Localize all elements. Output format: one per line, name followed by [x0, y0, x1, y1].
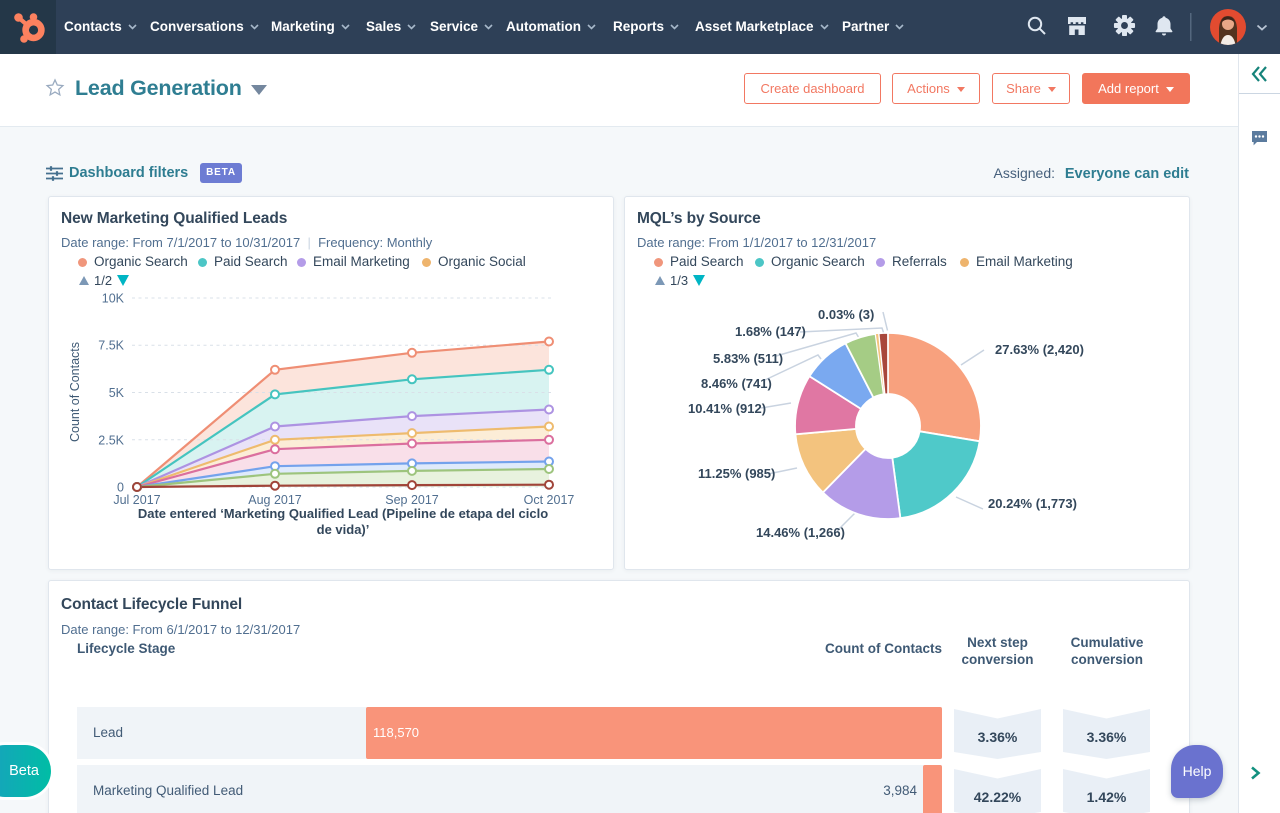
svg-text:Oct 2017: Oct 2017 — [524, 493, 575, 507]
svg-text:0.03% (3): 0.03% (3) — [818, 307, 874, 322]
svg-text:Sep 2017: Sep 2017 — [385, 493, 439, 507]
svg-text:11.25% (985): 11.25% (985) — [698, 466, 775, 481]
svg-text:Count of Contacts: Count of Contacts — [68, 342, 82, 442]
svg-text:Jul 2017: Jul 2017 — [113, 493, 160, 507]
svg-text:10K: 10K — [102, 292, 125, 306]
svg-text:27.63% (2,420): 27.63% (2,420) — [995, 342, 1084, 357]
svg-text:1.68% (147): 1.68% (147) — [735, 324, 806, 339]
svg-text:7.5K: 7.5K — [98, 339, 124, 353]
svg-text:5K: 5K — [109, 386, 125, 400]
svg-text:2.5K: 2.5K — [98, 433, 124, 447]
svg-text:5.83% (511): 5.83% (511) — [713, 351, 783, 366]
svg-text:Aug 2017: Aug 2017 — [248, 493, 302, 507]
svg-text:10.41% (912): 10.41% (912) — [688, 401, 766, 416]
svg-text:20.24% (1,773): 20.24% (1,773) — [988, 496, 1077, 511]
svg-text:8.46% (741): 8.46% (741) — [701, 376, 772, 391]
svg-text:14.46% (1,266): 14.46% (1,266) — [756, 525, 845, 540]
